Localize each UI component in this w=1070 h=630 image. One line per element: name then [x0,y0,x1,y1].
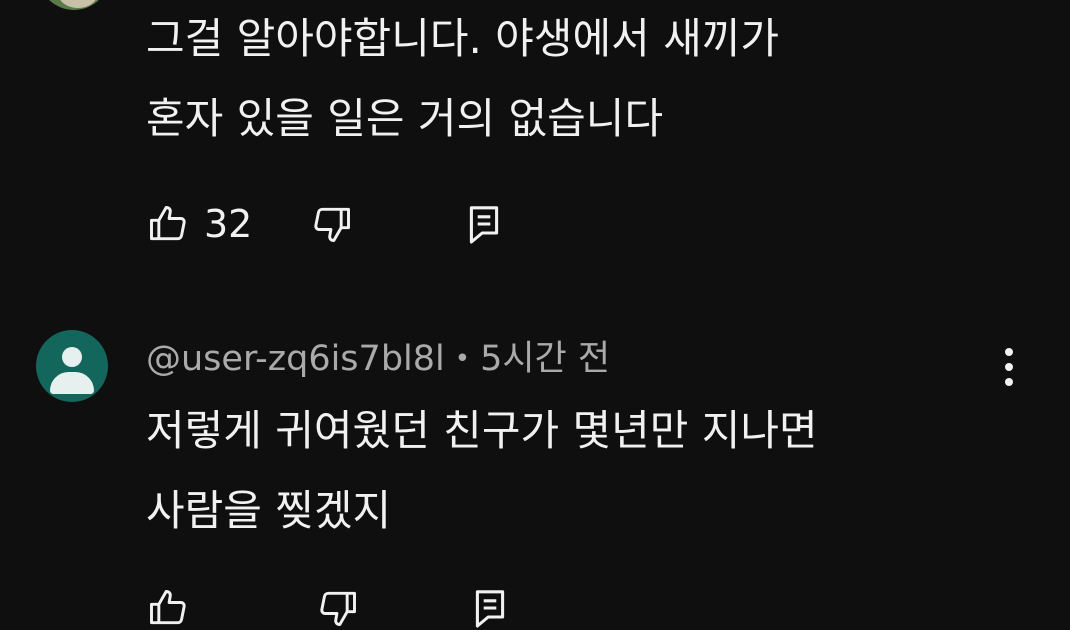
comment-line-1: 저렇게 귀여웠던 친구가 몇년만 지나면 [146,406,818,455]
thumbs-up-icon [150,206,186,241]
previous-comment-line-1: 그걸 알아야합니다. 야생에서 새끼가 [146,14,780,63]
dislike-button[interactable] [310,202,354,246]
thumbs-down-icon [320,591,356,626]
like-button[interactable]: 32 [146,202,252,246]
comment-meta: @user-zq6is7bl8l • 5시간 전 [146,334,610,384]
comment-actions [146,586,508,630]
dislike-button[interactable] [316,586,360,630]
meta-separator: • [454,344,471,374]
previous-avatar[interactable] [38,0,110,10]
reply-icon [475,590,505,628]
avatar-icon [62,347,82,367]
like-count: 32 [204,202,253,246]
reply-icon [470,206,499,244]
reply-button[interactable] [466,202,502,246]
like-button[interactable] [146,586,190,630]
previous-comment-actions: 32 [146,202,502,246]
more-options-button[interactable] [994,346,1024,390]
previous-comment-line-2: 혼자 있을 일은 거의 없습니다 [146,94,664,143]
thumbs-up-icon [150,590,186,625]
reply-button[interactable] [472,586,508,630]
avatar[interactable] [36,330,108,402]
comment-time: 5시간 전 [480,339,611,379]
author-name[interactable]: @user-zq6is7bl8l [146,334,445,384]
thumbs-down-icon [314,207,351,242]
comment-line-2: 사람을 찢겠지 [146,486,392,535]
